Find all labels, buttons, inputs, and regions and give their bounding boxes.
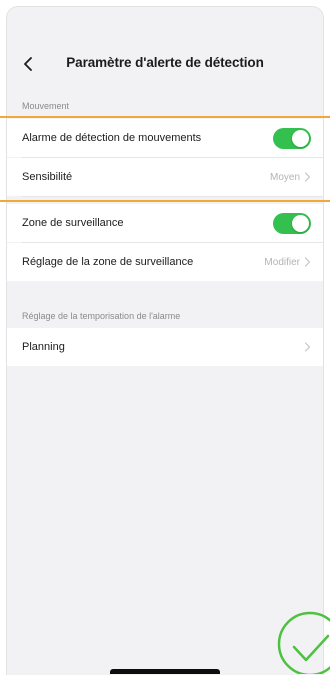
screen: Paramètre d'alerte de détection Mouvemen… (6, 6, 324, 675)
divider (22, 196, 323, 197)
row-planning[interactable]: Planning (7, 328, 323, 366)
page-title: Paramètre d'alerte de détection (66, 55, 264, 70)
chevron-right-icon (304, 257, 311, 267)
row-label: Sensibilité (22, 171, 73, 183)
row-zone-settings[interactable]: Réglage de la zone de surveillance Modif… (7, 243, 323, 281)
zone-settings-value: Modifier (264, 256, 300, 268)
row-sensitivity[interactable]: Sensibilité Moyen (7, 158, 323, 196)
surveillance-zone-toggle[interactable] (273, 212, 311, 234)
toggle-knob (292, 129, 309, 147)
sensitivity-value: Moyen (269, 171, 300, 183)
row-label: Planning (22, 341, 65, 353)
home-indicator (110, 669, 220, 674)
section-label-mouvement: Mouvement (22, 101, 70, 111)
row-right (304, 342, 311, 352)
row-label: Réglage de la zone de surveillance (22, 256, 194, 268)
chevron-right-icon (304, 342, 311, 352)
toggle-knob (292, 214, 309, 232)
row-right: Modifier (264, 257, 311, 268)
row-right: Moyen (270, 172, 311, 183)
highlight-line-top (0, 116, 330, 118)
chevron-right-icon (304, 172, 311, 182)
motion-alarm-toggle[interactable] (273, 127, 311, 149)
row-motion-alarm: Alarme de détection de mouvements (7, 119, 323, 157)
row-label: Zone de surveillance (22, 217, 124, 229)
row-label: Alarme de détection de mouvements (22, 132, 202, 144)
header: Paramètre d'alerte de détection (7, 7, 323, 97)
highlight-line-bottom (0, 200, 330, 202)
section-label-alarm-timing: Réglage de la temporisation de l'alarme (22, 311, 181, 321)
row-surveillance-zone: Zone de surveillance (7, 204, 323, 242)
checkmark-circle-icon (277, 611, 330, 674)
